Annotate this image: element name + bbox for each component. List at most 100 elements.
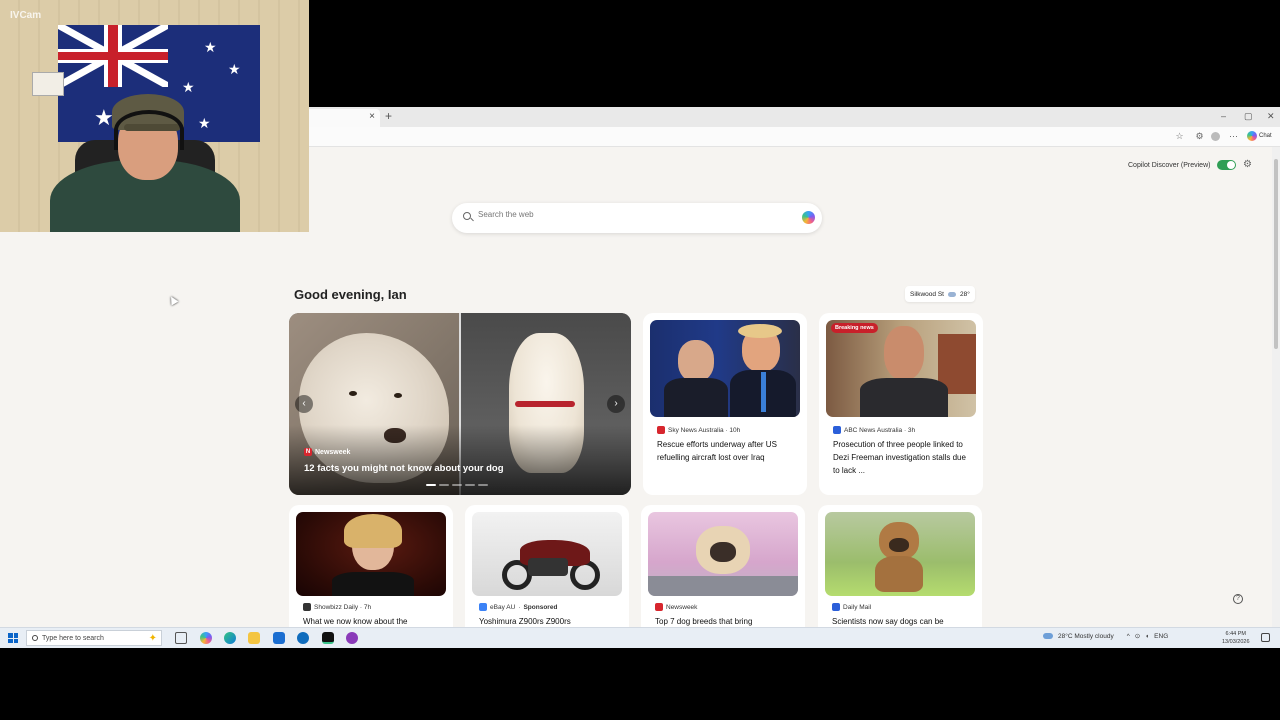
carousel-dot[interactable] — [452, 484, 462, 486]
card-source: Newsweek — [655, 603, 697, 611]
star-icon: ★ — [228, 61, 241, 77]
person-hair — [738, 324, 782, 338]
carousel-dot[interactable] — [439, 484, 449, 486]
abc-news-logo-icon — [833, 426, 841, 434]
more-menu-icon[interactable]: ⋯ — [1229, 132, 1238, 141]
minimize-button[interactable]: – — [1221, 111, 1226, 121]
tab-close-icon[interactable]: × — [369, 111, 375, 122]
showbizz-logo-icon — [303, 603, 311, 611]
daily-mail-logo-icon — [832, 603, 840, 611]
card-title[interactable]: Rescue efforts underway after US refuell… — [657, 438, 797, 464]
carousel-dot[interactable] — [426, 484, 436, 486]
extensions-icon[interactable]: ⚙ — [1195, 132, 1204, 141]
screen: × + – ▢ ✕ ☆ ⚙ ⋯ Chat Copilot Discover (P… — [0, 0, 1280, 720]
card-source-label: eBay AU — [490, 603, 516, 611]
maximize-button[interactable]: ▢ — [1244, 111, 1253, 122]
taskbar-search-placeholder: Type here to search — [42, 634, 104, 642]
edge-browser-icon[interactable] — [224, 632, 236, 644]
hero-title[interactable]: 12 facts you might not know about your d… — [304, 463, 504, 474]
obs-app-icon[interactable] — [322, 632, 334, 644]
notification-icon[interactable] — [1261, 633, 1270, 642]
app-icon[interactable] — [346, 632, 358, 644]
new-tab-button[interactable]: + — [385, 109, 392, 123]
news-image-motorcycle — [472, 512, 622, 596]
wall-sign — [32, 72, 64, 96]
profile-avatar-icon[interactable] — [1211, 132, 1220, 141]
carousel-next-button[interactable]: › — [607, 395, 625, 413]
card-title[interactable]: What we now know about the — [303, 615, 443, 627]
card-title[interactable]: Scientists now say dogs can be — [832, 615, 972, 627]
favorite-star-icon[interactable]: ☆ — [1175, 132, 1184, 141]
weather-cloud-icon — [1043, 633, 1053, 639]
card-source-label: Newsweek — [666, 603, 698, 611]
copilot-taskbar-icon[interactable] — [200, 632, 212, 644]
news-image-actress — [296, 512, 446, 596]
news-card[interactable]: Showbizz Daily · 7h What we now know abo… — [289, 505, 453, 627]
task-view-icon[interactable] — [175, 632, 187, 644]
language-indicator[interactable]: ENG — [1154, 633, 1168, 640]
pug-muzzle — [710, 542, 736, 562]
person-hair — [344, 514, 402, 548]
card-source: Showbizz Daily · 7h — [303, 603, 371, 611]
settings-gear-icon[interactable]: ⚙ — [1243, 159, 1252, 170]
webcam-overlay: ★ ★ ★ ★ ★ IVCam — [0, 0, 309, 232]
person-face — [884, 326, 924, 380]
close-window-button[interactable]: ✕ — [1267, 111, 1275, 122]
card-source: ABC News Australia · 3h — [833, 426, 915, 434]
page-scrollbar[interactable] — [1272, 147, 1280, 627]
sky-news-logo-icon — [657, 426, 665, 434]
puppy-muzzle — [889, 538, 909, 552]
card-title[interactable]: Prosecution of three people linked to De… — [833, 438, 973, 477]
file-explorer-icon[interactable] — [248, 632, 260, 644]
tie — [761, 372, 766, 412]
scrollbar-thumb[interactable] — [1274, 159, 1278, 349]
search-input[interactable] — [478, 210, 778, 219]
network-icon[interactable]: ⊙ — [1135, 632, 1140, 640]
hero-source-name: Newsweek — [315, 448, 351, 456]
carousel-dot[interactable] — [478, 484, 488, 486]
person-dress — [332, 572, 414, 596]
news-card[interactable]: Breaking news ABC News Australia · 3h Pr… — [819, 313, 983, 495]
card-source-label: ABC News Australia · 3h — [844, 426, 916, 434]
taskbar-search-box[interactable]: Type here to search ✦ — [26, 630, 162, 646]
mail-icon[interactable] — [297, 632, 309, 644]
news-card[interactable]: Newsweek Top 7 dog breeds that bring — [641, 505, 805, 627]
union-jack — [58, 25, 168, 87]
browser-tab-new-tab[interactable]: × — [300, 109, 380, 127]
copilot-chat-button[interactable]: Chat — [1247, 131, 1272, 141]
volume-icon[interactable]: ◖ — [1145, 633, 1149, 640]
taskbar-clock[interactable]: 6:44 PM 13/03/2026 — [1222, 630, 1250, 646]
card-title[interactable]: Yoshimura Z900rs Z900rs — [479, 615, 619, 627]
weather-location: Silkwood St — [910, 290, 944, 298]
copilot-chat-label: Chat — [1259, 133, 1272, 139]
news-card[interactable]: Daily Mail Scientists now say dogs can b… — [818, 505, 982, 627]
tray-chevron-icon[interactable]: ^ — [1127, 633, 1130, 640]
ebay-logo-icon — [479, 603, 487, 611]
weather-widget[interactable]: Silkwood St 28° — [905, 286, 975, 302]
motorcycle-engine — [528, 558, 568, 576]
news-image-pug — [648, 512, 798, 596]
person-shirt — [860, 378, 948, 417]
copilot-search-icon[interactable] — [802, 211, 815, 224]
dog-collar — [515, 401, 575, 407]
carousel-dots — [426, 484, 488, 486]
hero-carousel-card[interactable]: ‹ › N Newsweek 12 facts you might not kn… — [289, 313, 631, 495]
carousel-dot[interactable] — [465, 484, 475, 486]
star-icon: ★ — [182, 79, 195, 95]
card-title[interactable]: Top 7 dog breeds that bring — [655, 615, 795, 627]
help-icon[interactable]: ? — [1233, 594, 1243, 604]
sparkle-icon: ✦ — [148, 632, 157, 644]
store-icon[interactable] — [273, 632, 285, 644]
windows-start-icon[interactable] — [8, 633, 18, 643]
headset-icon — [114, 110, 184, 150]
taskbar-weather[interactable]: 28°C Mostly cloudy — [1058, 633, 1114, 640]
copilot-discover-toggle[interactable] — [1217, 160, 1236, 170]
carousel-prev-button[interactable]: ‹ — [295, 395, 313, 413]
news-card[interactable]: Sky News Australia · 10h Rescue efforts … — [643, 313, 807, 495]
web-search-box[interactable] — [452, 203, 822, 233]
card-source-label: Sky News Australia · 10h — [668, 426, 741, 434]
person-suit — [664, 378, 728, 417]
copilot-discover-label: Copilot Discover (Preview) — [1128, 162, 1211, 169]
dog-eye — [349, 391, 357, 396]
sponsored-card[interactable]: eBay AU · Sponsored Yoshimura Z900rs Z90… — [465, 505, 629, 627]
